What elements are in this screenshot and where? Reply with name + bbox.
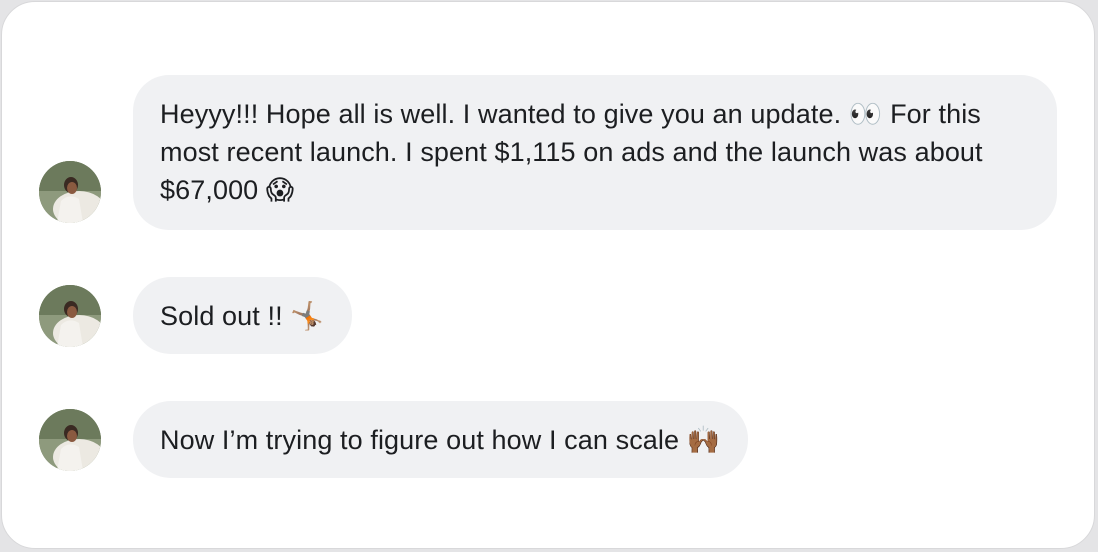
avatar[interactable] xyxy=(39,285,101,347)
message-bubble[interactable]: Heyyy!!! Hope all is well. I wanted to g… xyxy=(133,75,1057,230)
message-bubble[interactable]: Sold out !! 🤸🏽 xyxy=(133,277,352,354)
profile-photo-icon xyxy=(39,409,101,471)
message-text: Sold out !! 🤸🏽 xyxy=(160,301,324,331)
message-bubble[interactable]: Now I’m trying to figure out how I can s… xyxy=(133,401,749,478)
avatar[interactable] xyxy=(39,161,101,223)
chat-card: Heyyy!!! Hope all is well. I wanted to g… xyxy=(1,1,1095,549)
profile-photo-icon xyxy=(39,285,101,347)
avatar[interactable] xyxy=(39,409,101,471)
profile-photo-icon xyxy=(39,161,101,223)
message-text: Heyyy!!! Hope all is well. I wanted to g… xyxy=(160,99,983,205)
message-text: Now I’m trying to figure out how I can s… xyxy=(160,425,721,455)
